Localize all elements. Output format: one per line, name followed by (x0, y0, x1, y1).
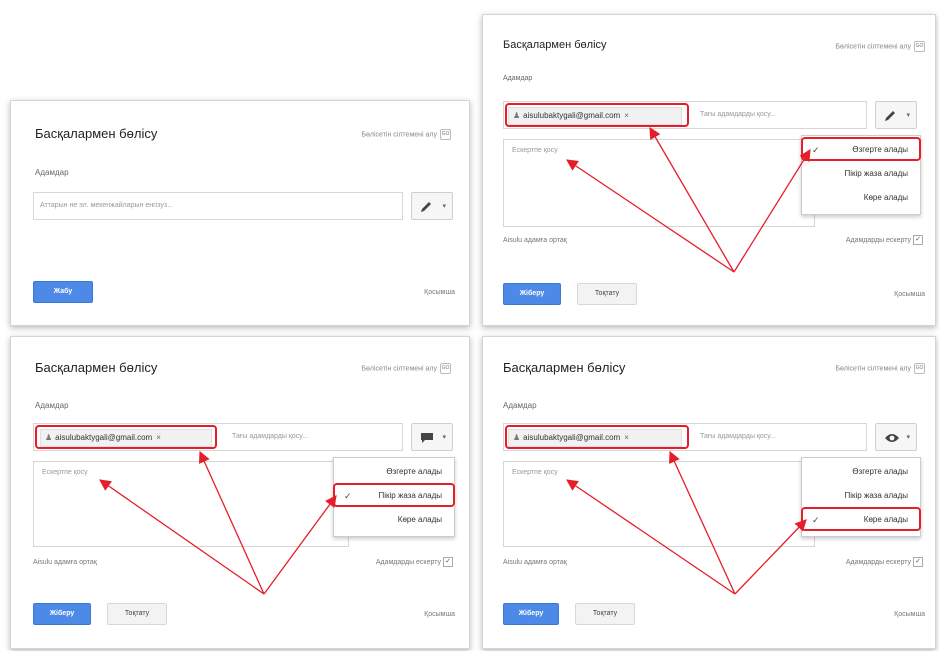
checkbox-icon[interactable]: ✓ (913, 557, 923, 567)
note-input[interactable]: Ескертпе қосу (33, 461, 349, 547)
comment-icon (421, 433, 433, 443)
email-highlight (505, 425, 689, 449)
cancel-button[interactable]: Тоқтату (107, 603, 167, 625)
email-highlight (35, 425, 217, 449)
share-dialog-initial: Басқалармен бөлісу Бөлісетін сілтемені а… (10, 100, 470, 326)
menu-item-can-view[interactable]: Көре алады (334, 509, 454, 531)
drive-link-icon: GO (914, 41, 925, 52)
chevron-down-icon: ▾ (906, 112, 910, 119)
permission-dropdown[interactable]: ▾ (875, 101, 917, 129)
cancel-button[interactable]: Тоқтату (575, 603, 635, 625)
checkbox-icon[interactable]: ✓ (443, 557, 453, 567)
cancel-button[interactable]: Тоқтату (577, 283, 637, 305)
advanced-link[interactable]: Қосымша (894, 291, 925, 298)
send-button[interactable]: Жіберу (33, 603, 91, 625)
menu-item-can-comment[interactable]: Пікір жаза алады (802, 163, 920, 185)
get-shareable-link[interactable]: Бөлісетін сілтемені алу GO (361, 129, 451, 140)
people-input[interactable]: Аттарын не эл. мекенжайларын енгізуз... (33, 192, 403, 220)
send-button[interactable]: Жіберу (503, 603, 559, 625)
chevron-down-icon: ▾ (906, 434, 910, 441)
add-more-placeholder: Тағы адамдарды қосу... (700, 433, 776, 440)
note-input[interactable]: Ескертпе қосу (503, 461, 815, 547)
menu-item-can-edit[interactable]: Өзгерте алады (334, 461, 454, 483)
people-label: Адамдар (503, 401, 537, 410)
note-placeholder: Ескертпе қосу (512, 147, 558, 154)
menu-item-can-comment[interactable]: Пікір жаза алады (802, 485, 920, 507)
shared-with-text: Aisulu адамға ортақ (503, 237, 567, 244)
add-more-placeholder: Тағы адамдарды қосу... (232, 433, 308, 440)
permission-dropdown[interactable]: ▾ (411, 192, 453, 220)
menu-highlight (801, 137, 921, 161)
advanced-link[interactable]: Қосымша (894, 611, 925, 618)
dialog-title: Басқалармен бөлісу (503, 39, 607, 51)
people-label: Адамдар (35, 168, 69, 177)
drive-link-icon: GO (440, 363, 451, 374)
menu-highlight (801, 507, 921, 531)
drive-link-icon: GO (440, 129, 451, 140)
share-dialog-edit: Басқалармен бөлісу Бөлісетін сілтемені а… (482, 14, 936, 326)
people-label: Адамдар (503, 75, 533, 82)
eye-icon (885, 434, 899, 442)
advanced-link[interactable]: Қосымша (424, 289, 455, 296)
menu-highlight (333, 483, 455, 507)
email-highlight (505, 103, 689, 127)
notify-people[interactable]: Адамдарды ескерту ✓ (376, 557, 453, 567)
drive-link-icon: GO (914, 363, 925, 374)
dialog-title: Басқалармен бөлісу (503, 360, 626, 375)
checkbox-icon[interactable]: ✓ (913, 235, 923, 245)
chevron-down-icon: ▾ (442, 203, 446, 210)
get-shareable-link[interactable]: Бөлісетін сілтемені алу GO (835, 363, 925, 374)
pencil-icon (421, 202, 431, 212)
share-dialog-view: Басқалармен бөлісу Бөлісетін сілтемені а… (482, 336, 936, 649)
permission-dropdown[interactable]: ▾ (411, 423, 453, 451)
shared-with-text: Aisulu адамға ортақ (503, 559, 567, 566)
advanced-link[interactable]: Қосымша (424, 611, 455, 618)
menu-item-can-view[interactable]: Көре алады (802, 187, 920, 209)
get-shareable-link[interactable]: Бөлісетін сілтемені алу GO (835, 41, 925, 52)
share-dialog-comment: Басқалармен бөлісу Бөлісетін сілтемені а… (10, 336, 470, 649)
note-placeholder: Ескертпе қосу (512, 469, 558, 476)
dialog-title: Басқалармен бөлісу (35, 360, 158, 375)
note-input[interactable]: Ескертпе қосу (503, 139, 815, 227)
menu-item-can-edit[interactable]: Өзгерте алады (802, 461, 920, 483)
shared-with-text: Aisulu адамға ортақ (33, 559, 97, 566)
pencil-icon (885, 111, 895, 121)
people-input-placeholder: Аттарын не эл. мекенжайларын енгізуз... (40, 202, 173, 209)
permission-dropdown[interactable]: ▾ (875, 423, 917, 451)
send-button[interactable]: Жіберу (503, 283, 561, 305)
dialog-title: Басқалармен бөлісу (35, 126, 158, 141)
get-shareable-link[interactable]: Бөлісетін сілтемені алу GO (361, 363, 451, 374)
add-more-placeholder: Тағы адамдарды қосу... (700, 111, 776, 118)
chevron-down-icon: ▾ (442, 434, 446, 441)
note-placeholder: Ескертпе қосу (42, 469, 88, 476)
done-button[interactable]: Жабу (33, 281, 93, 303)
notify-people[interactable]: Адамдарды ескерту ✓ (846, 557, 923, 567)
people-label: Адамдар (35, 401, 69, 410)
notify-people[interactable]: Адамдарды ескерту ✓ (846, 235, 923, 245)
